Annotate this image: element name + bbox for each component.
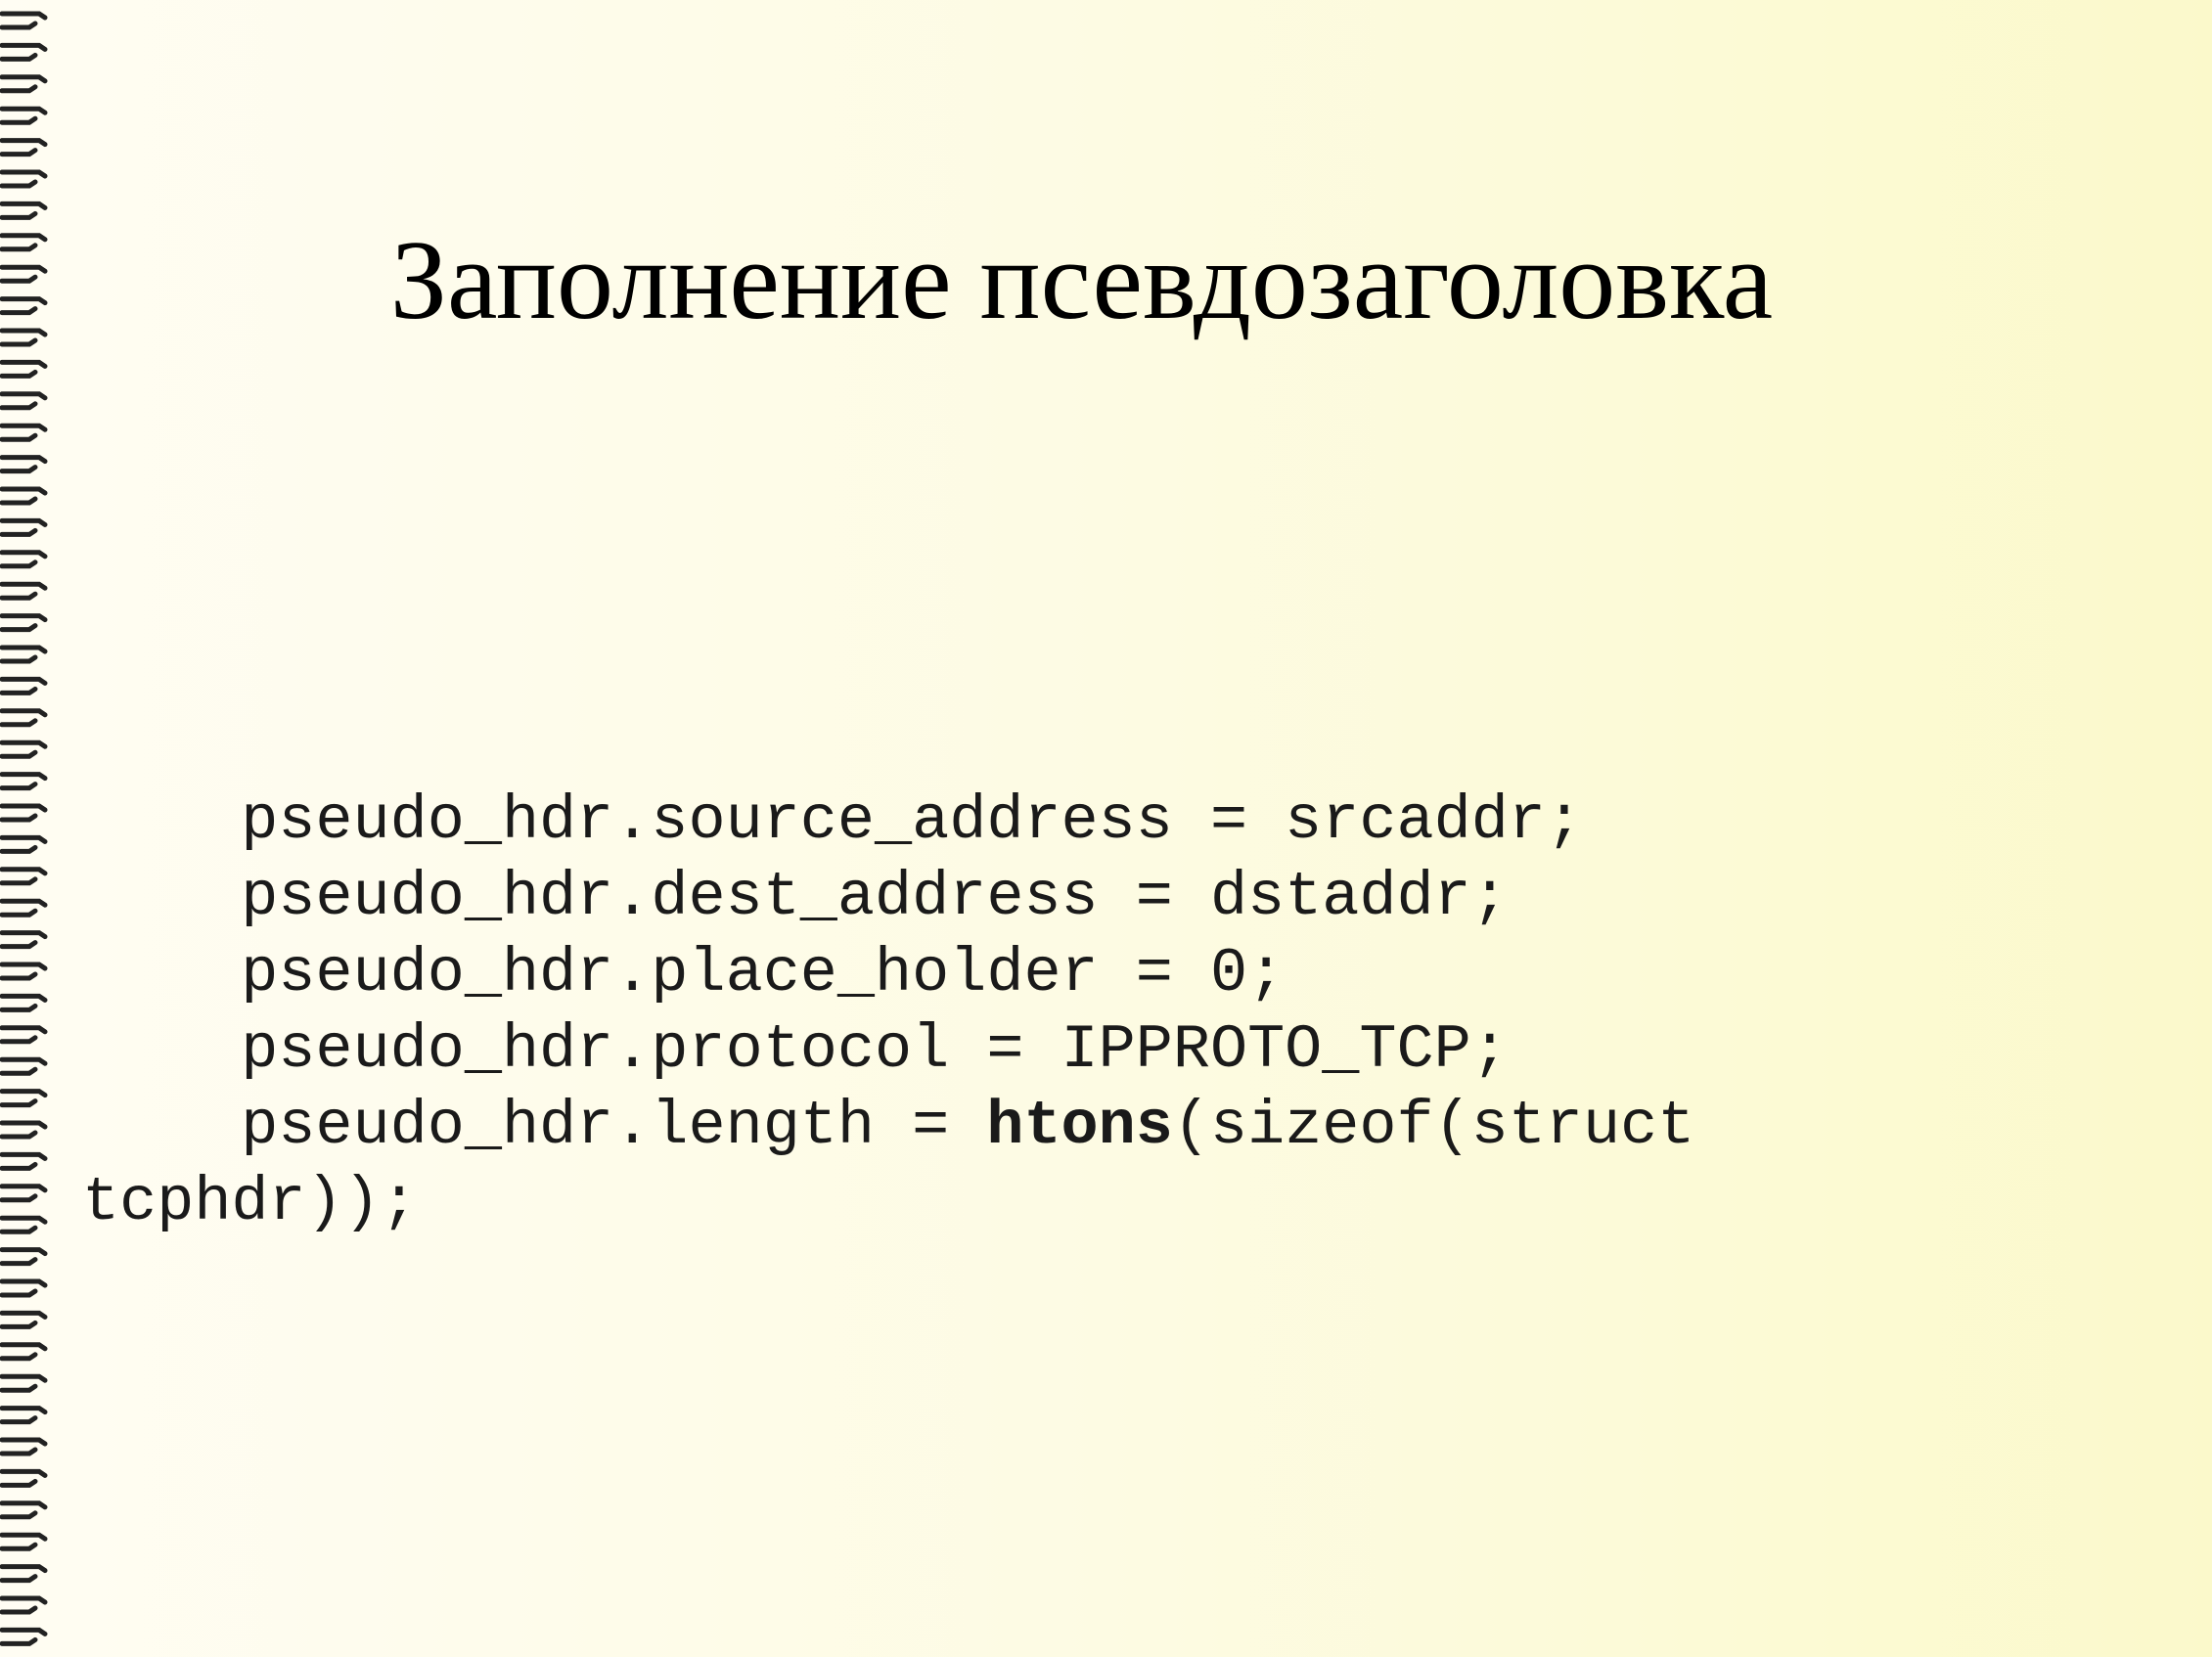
binding-ring xyxy=(0,423,48,442)
binding-ring xyxy=(0,1406,48,1425)
binding-ring xyxy=(0,11,48,30)
slide: Заполнение псевдозаголовка pseudo_hdr.so… xyxy=(0,0,2212,1657)
binding-ring xyxy=(0,772,48,791)
binding-ring xyxy=(0,391,48,411)
binding-ring xyxy=(0,1342,48,1362)
code-line: pseudo_hdr.source_address = srcaddr; xyxy=(166,786,1584,857)
binding-ring xyxy=(0,1564,48,1584)
binding-ring xyxy=(0,1120,48,1140)
binding-ring xyxy=(0,834,48,854)
binding-ring xyxy=(0,42,48,62)
binding-ring xyxy=(0,359,48,379)
binding-ring xyxy=(0,1373,48,1393)
code-text: (sizeof(struct xyxy=(1172,1092,1695,1162)
binding-ring xyxy=(0,74,48,94)
slide-title-text: Заполнение псевдозаголовка xyxy=(389,218,1774,343)
binding-ring xyxy=(0,138,48,157)
binding-ring xyxy=(0,1532,48,1551)
binding-ring xyxy=(0,1215,48,1234)
binding-ring xyxy=(0,708,48,728)
binding-ring xyxy=(0,613,48,633)
binding-ring xyxy=(0,739,48,759)
binding-ring xyxy=(0,1089,48,1108)
code-line-continuation: tcphdr)); xyxy=(82,1168,418,1238)
binding-ring xyxy=(0,550,48,569)
code-text: pseudo_hdr.length = xyxy=(166,1092,987,1162)
code-line-length: pseudo_hdr.length = htons(sizeof(struct xyxy=(166,1089,1694,1165)
binding-ring xyxy=(0,676,48,695)
binding-ring xyxy=(0,1627,48,1646)
binding-ring xyxy=(0,201,48,220)
binding-ring xyxy=(0,803,48,823)
binding-ring xyxy=(0,1025,48,1045)
binding-ring xyxy=(0,930,48,950)
binding-ring xyxy=(0,1468,48,1488)
binding-ring xyxy=(0,962,48,981)
binding-ring xyxy=(0,1151,48,1171)
binding-ring xyxy=(0,1247,48,1267)
binding-ring xyxy=(0,1595,48,1615)
binding-ring xyxy=(0,517,48,537)
code-block: pseudo_hdr.source_address = srcaddr; pse… xyxy=(82,784,1694,1241)
binding-ring xyxy=(0,645,48,664)
binding-ring xyxy=(0,993,48,1012)
binding-ring xyxy=(0,106,48,125)
binding-ring xyxy=(0,1310,48,1329)
code-line: pseudo_hdr.protocol = IPPROTO_TCP; xyxy=(166,1015,1509,1086)
code-line: pseudo_hdr.place_holder = 0; xyxy=(166,939,1286,1009)
binding-ring xyxy=(0,455,48,474)
code-keyword-htons: htons xyxy=(986,1092,1173,1162)
binding-ring xyxy=(0,867,48,886)
binding-ring xyxy=(0,581,48,601)
code-line: pseudo_hdr.dest_address = dstaddr; xyxy=(166,863,1509,933)
binding-ring xyxy=(0,898,48,918)
binding-ring xyxy=(0,1437,48,1456)
binding-ring xyxy=(0,1184,48,1203)
binding-ring xyxy=(0,486,48,506)
binding-ring xyxy=(0,1056,48,1076)
binding-ring xyxy=(0,1500,48,1520)
slide-title: Заполнение псевдозаголовка xyxy=(0,217,2212,344)
binding-ring xyxy=(0,1278,48,1298)
binding-ring xyxy=(0,169,48,189)
